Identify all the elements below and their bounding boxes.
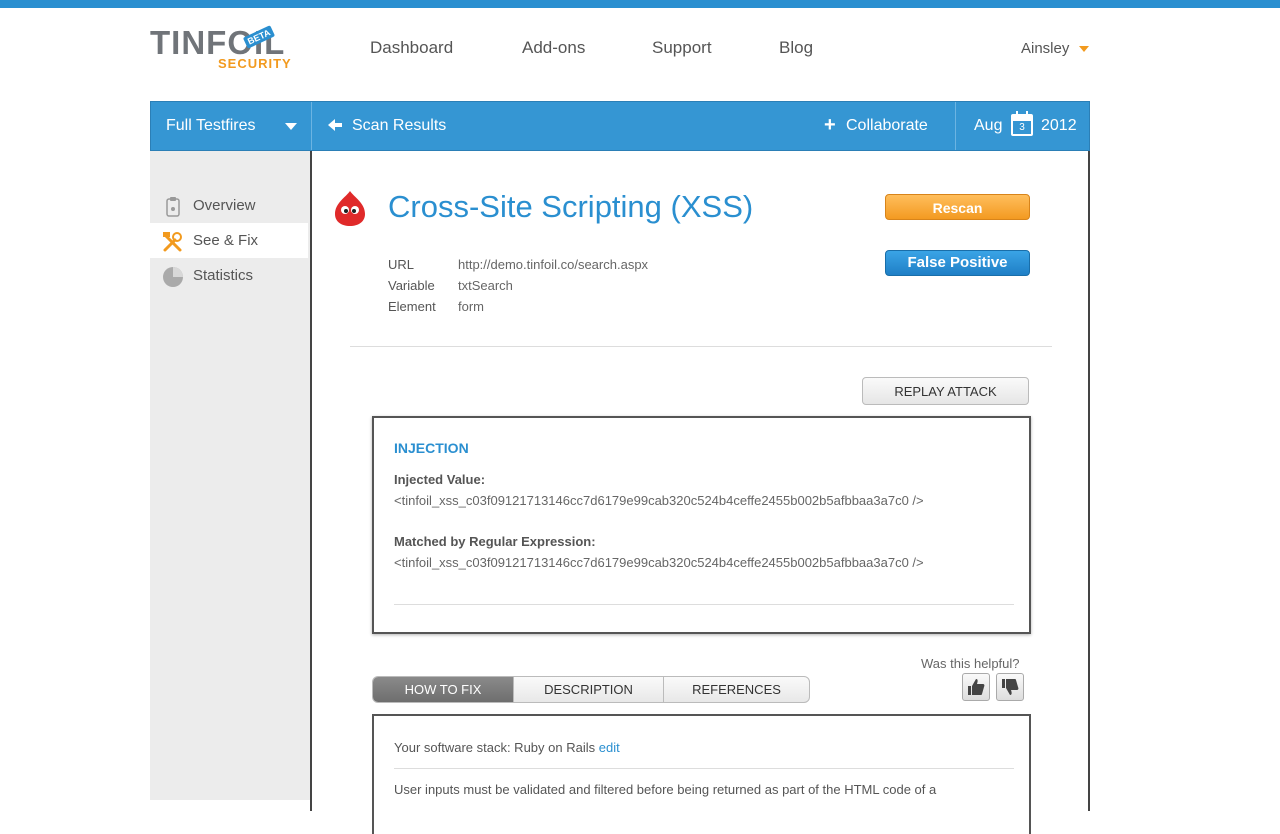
chevron-down-icon[interactable] [285,123,297,130]
nav-support[interactable]: Support [652,38,712,58]
testfires-dropdown[interactable]: Full Testfires [166,117,256,135]
rescan-button[interactable]: Rescan [885,194,1030,220]
url-value: http://demo.tinfoil.co/search.aspx [458,257,649,272]
toolbar-divider [955,102,956,150]
pie-chart-icon [163,267,183,287]
back-arrow-icon[interactable] [327,117,343,138]
sidebar: Overview See & Fix Statistics [150,151,310,800]
calendar-header [1013,116,1031,121]
thumbs-down-icon[interactable] [996,673,1024,701]
fix-tabs: HOW TO FIX DESCRIPTION REFERENCES [372,676,810,703]
sidebar-item-label: Overview [193,197,256,214]
injection-title: INJECTION [394,440,469,456]
injection-panel: INJECTION Injected Value: <tinfoil_xss_c… [372,416,1031,634]
sidebar-item-see-fix[interactable]: See & Fix [150,223,308,258]
sidebar-item-overview[interactable]: Overview [150,188,308,223]
chevron-down-icon[interactable] [1079,46,1089,52]
date-month[interactable]: Aug [974,117,1002,135]
matched-regex-value: <tinfoil_xss_c03f09121713146cc7d6179e99c… [394,555,924,570]
calendar-ring [1026,111,1028,116]
date-day: 3 [1019,122,1025,133]
nav-add-ons[interactable]: Add-ons [522,38,585,58]
sidebar-item-statistics[interactable]: Statistics [150,258,308,293]
calendar-ring [1016,111,1018,116]
nav-blog[interactable]: Blog [779,38,813,58]
plus-icon[interactable]: + [824,114,836,137]
user-menu[interactable]: Ainsley [1021,40,1069,57]
url-label: URL [388,257,415,272]
main-content: Cross-Site Scripting (XSS) URL http://de… [310,151,1090,834]
fix-description: User inputs must be validated and filter… [394,782,937,797]
date-year[interactable]: 2012 [1041,117,1077,135]
helpful-prompt: Was this helpful? [921,656,1020,671]
clipboard-icon [166,197,180,217]
variable-label: Variable [388,278,435,293]
xss-bug-icon [335,191,365,226]
nav-dashboard[interactable]: Dashboard [370,38,453,58]
tab-how-to-fix[interactable]: HOW TO FIX [373,677,513,702]
top-accent-bar [0,0,1280,8]
tools-icon [163,232,182,252]
divider [394,604,1014,605]
injected-value-label: Injected Value: [394,472,486,487]
vulnerability-title: Cross-Site Scripting (XSS) [388,189,754,224]
tinfoil-logo[interactable]: TINFOIL BETA SECURITY [150,25,312,72]
software-stack-text: Your software stack: Ruby on Rails [394,740,596,755]
variable-value: txtSearch [458,278,513,293]
sidebar-item-label: See & Fix [193,232,259,249]
tab-description[interactable]: DESCRIPTION [514,677,663,702]
toolbar-divider [311,102,312,150]
divider [350,346,1052,347]
matched-regex-label: Matched by Regular Expression: [394,534,596,549]
false-positive-button[interactable]: False Positive [885,250,1030,276]
element-value: form [458,299,484,314]
tab-references[interactable]: REFERENCES [664,677,809,702]
element-label: Element [388,299,436,314]
divider [394,768,1014,769]
collaborate-button[interactable]: Collaborate [846,117,928,135]
logo-subtitle: SECURITY [218,56,292,71]
replay-attack-button[interactable]: REPLAY ATTACK [862,377,1029,405]
sidebar-item-label: Statistics [193,267,254,284]
how-to-fix-panel: Your software stack: Ruby on Rails edit … [372,714,1031,834]
calendar-icon[interactable]: 3 [1011,111,1033,136]
scan-toolbar: Full Testfires Scan Results + Collaborat… [150,101,1090,151]
injected-value: <tinfoil_xss_c03f09121713146cc7d6179e99c… [394,493,924,508]
thumbs-up-icon[interactable] [962,673,990,701]
scan-results-link[interactable]: Scan Results [352,117,446,135]
software-stack: Your software stack: Ruby on Rails edit [394,740,620,755]
edit-stack-link[interactable]: edit [599,740,620,755]
